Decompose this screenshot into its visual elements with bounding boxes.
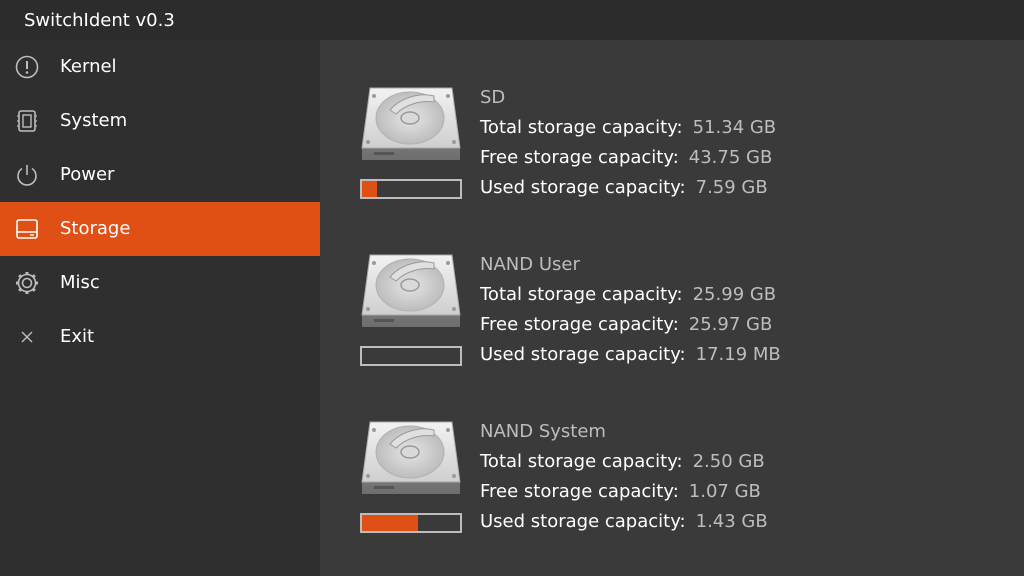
sidebar-item-exit[interactable]: Exit: [0, 310, 320, 364]
sidebar-item-storage[interactable]: Storage: [0, 202, 320, 256]
stat-label: Used storage capacity:: [480, 344, 686, 365]
stat-value: 43.75 GB: [688, 147, 773, 168]
used-capacity-row: Used storage capacity: 1.43 GB: [480, 510, 768, 534]
used-capacity-row: Used storage capacity: 17.19 MB: [480, 343, 781, 367]
sidebar-item-label: Misc: [60, 272, 100, 293]
hard-drive-icon: [361, 421, 461, 495]
stat-label: Used storage capacity:: [480, 177, 686, 198]
total-capacity-row: Total storage capacity: 51.34 GB: [480, 116, 776, 140]
usage-bar-fill: [362, 515, 418, 531]
drive-sd: SD Total storage capacity: 51.34 GB Free …: [320, 86, 1024, 226]
stat-label: Free storage capacity:: [480, 314, 679, 335]
sidebar-item-kernel[interactable]: Kernel: [0, 40, 320, 94]
usage-bar: [360, 513, 462, 533]
stat-label: Used storage capacity:: [480, 511, 686, 532]
drive-nand-system: NAND System Total storage capacity: 2.50 …: [320, 420, 1024, 560]
drive-name: NAND System: [480, 421, 606, 442]
sidebar-item-system[interactable]: System: [0, 94, 320, 148]
free-capacity-row: Free storage capacity: 25.97 GB: [480, 313, 772, 337]
stat-value: 2.50 GB: [692, 451, 765, 472]
stat-value: 51.34 GB: [692, 117, 777, 138]
stat-value: 17.19 MB: [695, 344, 781, 365]
stat-value: 25.97 GB: [688, 314, 773, 335]
drive-name: SD: [480, 87, 506, 108]
sidebar-item-label: Kernel: [60, 56, 117, 77]
usage-bar: [360, 346, 462, 366]
gear-icon: [16, 272, 38, 294]
sidebar-item-misc[interactable]: Misc: [0, 256, 320, 310]
total-capacity-row: Total storage capacity: 25.99 GB: [480, 283, 776, 307]
stat-label: Total storage capacity:: [480, 117, 683, 138]
stat-label: Total storage capacity:: [480, 284, 683, 305]
stat-value: 1.07 GB: [688, 481, 761, 502]
chip-icon: [17, 110, 37, 132]
free-capacity-row: Free storage capacity: 1.07 GB: [480, 480, 761, 504]
free-capacity-row: Free storage capacity: 43.75 GB: [480, 146, 772, 170]
drive-nand-user: NAND User Total storage capacity: 25.99 G…: [320, 253, 1024, 393]
stat-label: Total storage capacity:: [480, 451, 683, 472]
title-bar: SwitchIdent v0.3: [0, 0, 1024, 40]
drive-name: NAND User: [480, 254, 580, 275]
used-capacity-row: Used storage capacity: 7.59 GB: [480, 176, 768, 200]
close-icon: [21, 331, 33, 343]
stat-value: 7.59 GB: [695, 177, 768, 198]
stat-value: 1.43 GB: [695, 511, 768, 532]
storage-panel: SD Total storage capacity: 51.34 GB Free …: [320, 40, 1024, 576]
sidebar-item-label: System: [60, 110, 128, 131]
stat-label: Free storage capacity:: [480, 481, 679, 502]
stat-label: Free storage capacity:: [480, 147, 679, 168]
sidebar-item-label: Exit: [60, 326, 95, 347]
hard-drive-icon: [361, 87, 461, 161]
usage-bar: [360, 179, 462, 199]
sidebar-item-label: Power: [60, 164, 115, 185]
sidebar: Kernel System Power Storage Misc Exit: [0, 40, 320, 576]
alert-circle-icon: [15, 55, 39, 79]
usage-bar-fill: [362, 181, 377, 197]
hard-drive-icon: [361, 254, 461, 328]
app-title: SwitchIdent v0.3: [24, 9, 175, 31]
power-icon: [17, 165, 37, 186]
sidebar-item-label: Storage: [60, 218, 131, 239]
total-capacity-row: Total storage capacity: 2.50 GB: [480, 450, 765, 474]
storage-icon: [16, 219, 38, 239]
sidebar-item-power[interactable]: Power: [0, 148, 320, 202]
stat-value: 25.99 GB: [692, 284, 777, 305]
